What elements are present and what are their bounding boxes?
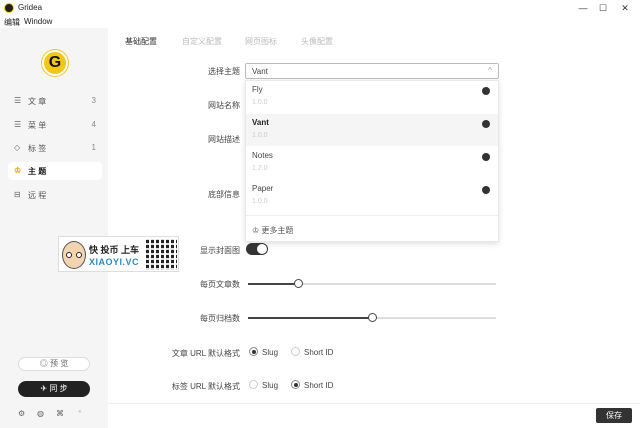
theme-option-version: 1.0.0 [252,99,268,106]
tab-custom[interactable]: 自定义配置 [182,36,222,47]
menu-edit[interactable]: 编辑 [4,17,20,28]
archive-per-page-label: 每页归档数 [200,314,240,323]
sidebar-item-label: 菜 单 [28,121,47,130]
sidebar-item-label: 文 章 [28,97,47,106]
app-title: Gridea [18,3,43,12]
github-icon[interactable] [482,153,490,161]
posts-per-page-label: 每页文章数 [200,280,240,289]
theme-option-name: Paper [252,184,274,193]
server-icon: ⊟ [14,190,21,199]
main-content: 基础配置 自定义配置 网页图标 头像配置 选择主题 Vant ^ 网站名称 网站… [108,28,640,428]
theme-select[interactable]: Vant ^ [245,63,499,79]
theme-option-name: Notes [252,151,273,160]
cartoon-face-icon [62,241,86,269]
github-icon[interactable]: ⌘ [56,409,64,418]
gridea-logo-icon: G [42,50,68,76]
github-icon[interactable] [482,120,490,128]
theme-select-value: Vant [252,67,268,76]
sidebar-item-remote[interactable]: ⊟ 远 程 [8,186,102,204]
post-url-shortid-radio[interactable] [291,347,300,356]
app-logo-icon [4,3,14,13]
theme-option-vant[interactable]: Vant 1.0.0 [246,114,498,146]
theme-option-name: Vant [252,118,269,127]
tab-basic[interactable]: 基础配置 [125,36,157,47]
github-icon[interactable] [482,186,490,194]
sidebar-item-count: 3 [91,96,96,105]
list-icon: ☰ [14,96,22,105]
menu-window[interactable]: Window [24,17,52,26]
tag-url-format-label: 标签 URL 默认格式 [171,382,240,391]
slider-handle[interactable] [294,279,303,288]
theme-option-version: 1.0.0 [252,132,268,139]
site-desc-label: 网站描述 [208,135,240,144]
sidebar-item-label: 标 签 [28,144,47,153]
post-url-format-label: 文章 URL 默认格式 [171,349,240,358]
tag-url-slug-radio[interactable] [249,380,258,389]
github-icon[interactable] [482,87,490,95]
crown-icon: ♔ [14,166,22,175]
sync-button[interactable]: ✈ 同 步 [18,381,90,397]
tab-favicon[interactable]: 网页图标 [245,36,277,47]
chevron-up-icon: ^ [488,66,492,75]
more-themes-link[interactable]: ♔ 更多主题 [252,225,293,236]
status-dot-icon: ● [78,409,82,415]
cover-toggle[interactable] [246,243,268,255]
sidebar-item-label: 远 程 [28,191,47,200]
sidebar-item-menu[interactable]: ☰ 菜 单 4 [8,116,102,134]
post-url-slug-label: Slug [262,348,279,357]
post-url-shortid-label: Short ID [304,348,334,357]
tag-icon: ◇ [14,143,21,152]
theme-option-name: Fly [252,85,263,94]
tab-avatar[interactable]: 头像配置 [301,36,333,47]
theme-dropdown: Fly 1.0.0 Vant 1.0.0 Notes 1.2.0 Paper 1… [245,80,499,242]
sidebar-item-count: 1 [91,143,96,152]
theme-option-version: 1.0.0 [252,198,268,205]
tag-url-shortid-label: Short ID [304,381,334,390]
tag-url-slug-label: Slug [262,381,279,390]
dropdown-divider [246,215,498,216]
archive-per-page-slider[interactable] [248,313,496,322]
theme-label: 选择主题 [208,67,240,76]
slider-handle[interactable] [368,313,377,322]
footer-divider [108,403,640,404]
menu-icon: ☰ [14,120,22,129]
theme-option-notes[interactable]: Notes 1.2.0 [246,147,498,179]
post-url-slug-radio[interactable] [249,347,258,356]
maximize-button[interactable]: ☐ [596,2,610,14]
minimize-button[interactable]: — [576,2,590,14]
sidebar-item-articles[interactable]: ☰ 文 章 3 [8,92,102,110]
watermark-banner: 快 投币 上车 XIAOYI.VC [58,236,179,272]
slider-fill [248,317,372,319]
settings-icon[interactable]: ⚙ [18,409,25,418]
banner-text-line2: XIAOYI.VC [89,257,140,267]
slider-fill [248,283,298,285]
banner-text-line1: 快 投币 上车 [89,245,140,255]
sidebar-item-count: 4 [91,120,96,129]
save-button[interactable]: 保存 [596,408,632,423]
theme-option-paper[interactable]: Paper 1.0.0 [246,180,498,212]
theme-option-version: 1.2.0 [252,165,268,172]
title-bar: Gridea — ☐ ✕ [0,0,640,16]
theme-option-fly[interactable]: Fly 1.0.0 [246,81,498,113]
globe-icon[interactable]: ◍ [37,409,44,418]
posts-per-page-slider[interactable] [248,279,496,288]
sidebar-item-theme[interactable]: ♔ 主 题 [8,162,102,180]
footer-label: 底部信息 [208,190,240,199]
tag-url-shortid-radio[interactable] [291,380,300,389]
sidebar-item-tags[interactable]: ◇ 标 签 1 [8,139,102,157]
menu-bar: 编辑 Window [0,16,640,28]
preview-button[interactable]: ◎ 预 览 [18,357,90,371]
close-button[interactable]: ✕ [618,2,632,14]
sidebar: G ☰ 文 章 3 ☰ 菜 单 4 ◇ 标 签 1 ♔ 主 题 ⊟ 远 程 ◎ … [0,28,108,428]
sidebar-item-label: 主 题 [28,167,47,176]
site-name-label: 网站名称 [208,101,240,110]
